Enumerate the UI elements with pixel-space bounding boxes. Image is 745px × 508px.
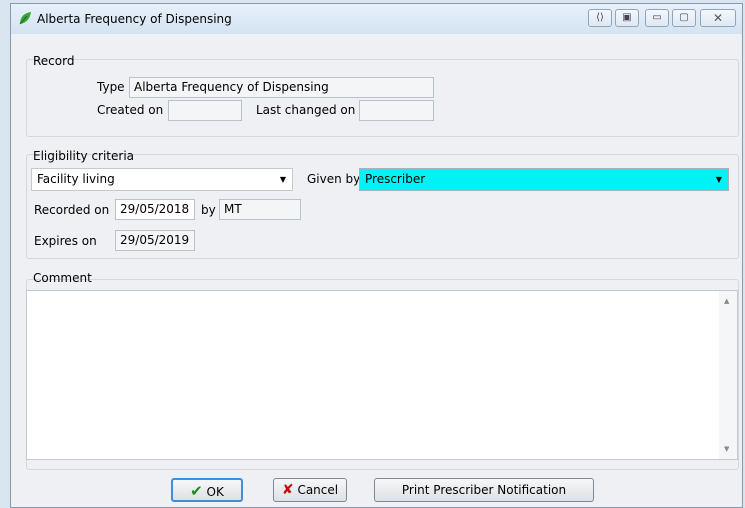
comment-textarea[interactable]: ▲ ▼	[26, 290, 738, 460]
recorded-on-field[interactable]: 29/05/2018	[115, 199, 195, 220]
close-icon: ✕	[712, 11, 724, 25]
cancel-button[interactable]: ✘ Cancel	[273, 478, 347, 502]
close-button[interactable]: ✕	[700, 9, 736, 27]
criteria-select[interactable]: Facility living ▼	[31, 168, 293, 191]
type-field: Alberta Frequency of Dispensing	[129, 77, 434, 98]
given-by-label: Given by	[307, 172, 361, 186]
nav-arrows-button[interactable]: ⟨⟩	[588, 9, 612, 27]
cancel-label: Cancel	[297, 483, 339, 497]
given-by-select[interactable]: Prescriber ▼	[359, 168, 729, 191]
record-group	[26, 59, 739, 137]
x-icon: ✘	[281, 482, 294, 498]
minimize-button[interactable]: ▭	[645, 9, 669, 27]
scroll-down-icon[interactable]: ▼	[724, 445, 729, 453]
check-icon: ✔	[190, 482, 203, 500]
given-by-value: Prescriber	[365, 172, 426, 186]
scroll-up-icon[interactable]: ▲	[724, 297, 729, 305]
type-label: Type	[97, 80, 125, 94]
created-on-field	[168, 100, 242, 121]
ok-label: OK	[206, 485, 224, 499]
by-field: MT	[219, 199, 301, 220]
leaf-icon	[19, 12, 31, 25]
chevron-down-icon: ▼	[715, 175, 722, 184]
window-title: Alberta Frequency of Dispensing	[37, 12, 232, 26]
expires-on-label: Expires on	[34, 234, 97, 248]
eligibility-group-label: Eligibility criteria	[33, 149, 135, 163]
restore-icon: ▢	[679, 12, 689, 23]
record-group-label: Record	[33, 54, 75, 68]
created-on-label: Created on	[97, 103, 164, 117]
title-bar[interactable]: Alberta Frequency of Dispensing ⟨⟩ ▣ ▭ ▢…	[11, 4, 742, 34]
print-label: Print Prescriber Notification	[401, 483, 567, 497]
expires-on-field: 29/05/2019	[115, 230, 195, 251]
recorded-on-label: Recorded on	[34, 203, 110, 217]
ok-button[interactable]: ✔ OK	[171, 478, 243, 502]
last-changed-field	[359, 100, 434, 121]
print-prescriber-notification-button[interactable]: Print Prescriber Notification	[374, 478, 594, 502]
pin-button[interactable]: ▣	[615, 9, 639, 27]
criteria-value: Facility living	[37, 172, 115, 186]
chevron-down-icon: ▼	[279, 175, 286, 184]
comment-scrollbar[interactable]: ▲ ▼	[719, 291, 737, 459]
last-changed-label: Last changed on	[256, 103, 356, 117]
restore-button[interactable]: ▢	[672, 9, 696, 27]
comment-group-label: Comment	[33, 271, 92, 285]
minimize-icon: ▭	[652, 12, 662, 23]
by-label: by	[201, 203, 216, 217]
